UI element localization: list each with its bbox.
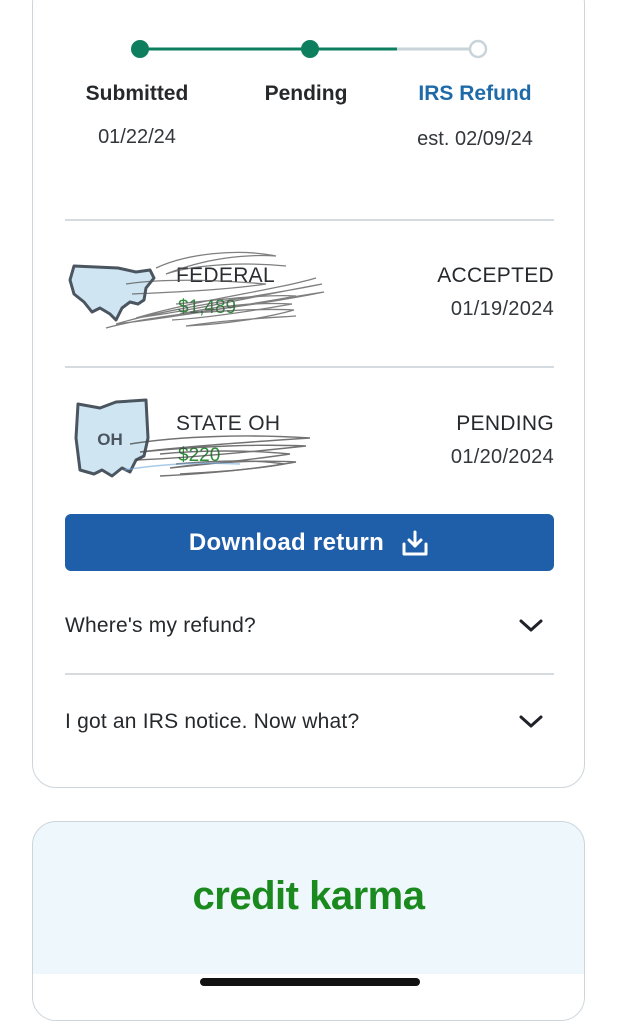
chevron-down-icon xyxy=(519,619,543,632)
return-name-state: STATE OH xyxy=(176,412,281,435)
credit-karma-logo: credit karma xyxy=(192,874,425,918)
return-date-federal: 01/19/2024 xyxy=(450,298,554,320)
timeline-dot-refund xyxy=(468,39,488,59)
faq-item-irs-notice[interactable]: I got an IRS notice. Now what? xyxy=(65,692,554,752)
return-amount-federal: $1,489 xyxy=(178,297,237,318)
state-badge: OH xyxy=(97,430,123,449)
timeline-dot-submitted xyxy=(131,40,149,58)
home-indicator[interactable] xyxy=(200,978,420,986)
step-label-irs-refund: IRS Refund xyxy=(418,82,532,105)
return-name-federal: FEDERAL xyxy=(176,264,275,287)
return-date-state: 01/20/2024 xyxy=(450,446,554,468)
faq-question: I got an IRS notice. Now what? xyxy=(65,710,360,733)
progress-timeline xyxy=(131,39,488,59)
faq-item-wheres-my-refund[interactable]: Where's my refund? xyxy=(65,596,554,656)
download-button-label: Download return xyxy=(188,528,385,556)
download-icon xyxy=(402,530,428,555)
divider xyxy=(65,219,554,221)
us-map-icon xyxy=(68,264,156,322)
return-status-card xyxy=(32,0,585,788)
return-amount-state: $220 xyxy=(178,445,221,466)
return-status-state: PENDING xyxy=(456,412,554,435)
credit-karma-card[interactable]: credit karma xyxy=(32,821,585,1021)
divider xyxy=(65,673,554,675)
step-label-pending: Pending xyxy=(264,82,348,105)
ohio-map-icon: OH xyxy=(74,398,150,478)
download-return-button[interactable]: Download return xyxy=(65,514,554,571)
step-label-submitted: Submitted xyxy=(85,82,189,105)
chevron-down-icon xyxy=(519,715,543,728)
divider xyxy=(65,366,554,368)
step-date-submitted: 01/22/24 xyxy=(98,126,176,148)
timeline-dot-pending xyxy=(301,40,319,58)
step-date-irs-refund: est. 02/09/24 xyxy=(417,128,533,150)
faq-question: Where's my refund? xyxy=(65,614,256,637)
return-status-federal: ACCEPTED xyxy=(437,264,554,287)
